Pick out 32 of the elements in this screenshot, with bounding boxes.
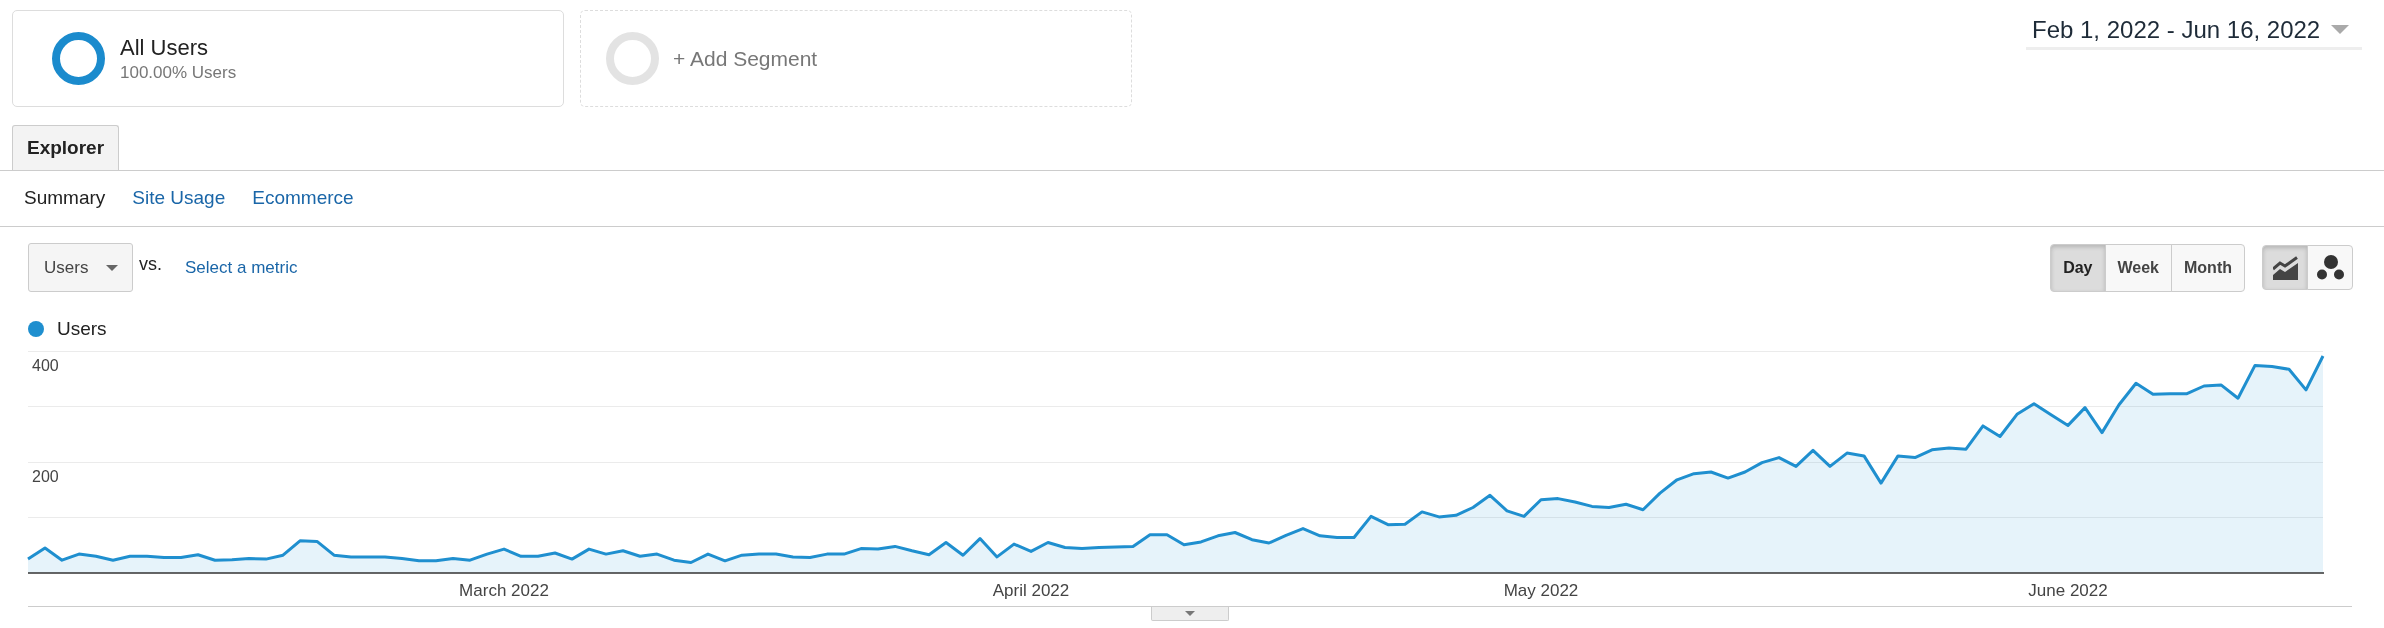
caret-icon bbox=[1185, 611, 1195, 616]
x-axis-label: June 2022 bbox=[2028, 581, 2108, 600]
area-chart-button[interactable] bbox=[2262, 245, 2308, 290]
y-axis-label: 400 bbox=[32, 357, 59, 374]
segment-card[interactable]: All Users 100.00% Users bbox=[12, 10, 564, 107]
dots-icon bbox=[2316, 255, 2344, 280]
ring-icon bbox=[52, 32, 105, 85]
interval-button[interactable]: Month bbox=[2171, 243, 2245, 292]
vs-label: vs. bbox=[139, 253, 162, 276]
caret-icon bbox=[106, 264, 118, 271]
segment-name: All Users bbox=[120, 34, 209, 60]
add-segment-button[interactable]: + Add Segment bbox=[580, 10, 1132, 107]
select-metric-link[interactable]: Select a metric bbox=[185, 254, 298, 281]
caret-icon bbox=[2331, 25, 2350, 34]
y-axis-label: 200 bbox=[32, 468, 59, 485]
date-range-button[interactable]: Feb 1, 2022 - Jun 16, 2022 bbox=[2026, 12, 2362, 50]
area-chart-icon bbox=[2272, 255, 2298, 280]
subtab[interactable]: Summary bbox=[24, 184, 106, 213]
dots-chart-button[interactable] bbox=[2307, 245, 2353, 290]
interval-button[interactable]: Week bbox=[2104, 243, 2172, 292]
ring-icon bbox=[606, 32, 659, 85]
x-axis-label: May 2022 bbox=[1503, 581, 1579, 600]
interval-button[interactable]: Day bbox=[2050, 243, 2106, 292]
segment-description: 100.00% Users bbox=[120, 62, 237, 83]
x-axis-label: March 2022 bbox=[459, 581, 549, 600]
report-tab[interactable]: Explorer bbox=[12, 125, 120, 170]
legend-label: Users bbox=[57, 316, 107, 341]
x-axis-label: April 2022 bbox=[992, 581, 1070, 600]
subtab[interactable]: Ecommerce bbox=[252, 184, 354, 213]
subtab[interactable]: Site Usage bbox=[132, 184, 226, 213]
expand-handle[interactable] bbox=[1151, 607, 1229, 621]
metric-dropdown[interactable]: Users bbox=[28, 243, 133, 292]
